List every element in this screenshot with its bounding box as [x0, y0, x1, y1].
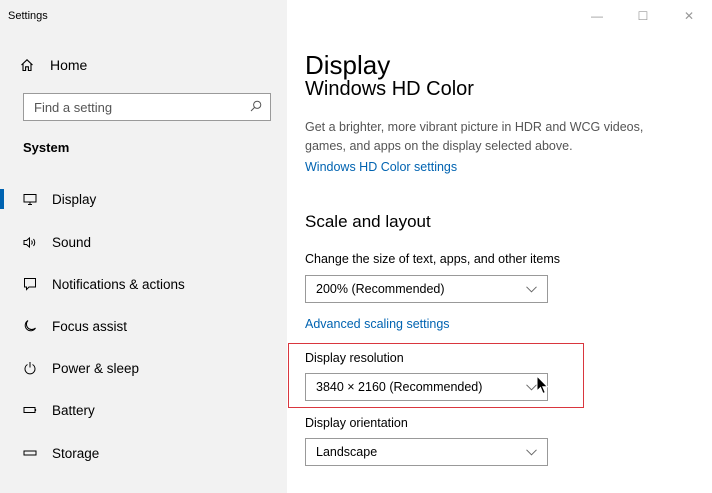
- scale-dropdown[interactable]: 200% (Recommended): [305, 275, 548, 303]
- storage-icon: [21, 448, 39, 458]
- hd-color-settings-link[interactable]: Windows HD Color settings: [305, 160, 457, 174]
- scale-layout-heading: Scale and layout: [305, 212, 431, 231]
- home-link[interactable]: Home: [20, 57, 87, 73]
- orientation-dropdown[interactable]: Landscape: [305, 438, 548, 466]
- sidebar-item-label: Focus assist: [52, 318, 128, 334]
- scale-value: 200% (Recommended): [316, 282, 445, 296]
- power-icon: [21, 361, 39, 375]
- chevron-down-icon: [526, 282, 537, 296]
- moon-icon: [21, 319, 39, 333]
- search-input[interactable]: Find a setting: [23, 93, 271, 121]
- monitor-icon: [21, 193, 39, 206]
- section-title: System: [23, 140, 70, 155]
- notification-icon: [21, 277, 39, 291]
- sidebar-item-label: Sound: [52, 234, 92, 250]
- scale-label: Change the size of text, apps, and other…: [305, 252, 561, 266]
- main-content: Windows HD Color Display Get a brighter,…: [287, 0, 712, 493]
- window-title: Settings: [8, 10, 48, 22]
- speaker-icon: [21, 236, 39, 249]
- sidebar-item-label: Power & sleep: [52, 360, 140, 376]
- mouse-cursor-icon: [536, 374, 550, 400]
- search-placeholder: Find a setting: [34, 99, 113, 115]
- battery-icon: [21, 405, 39, 415]
- search-icon: [250, 100, 262, 115]
- sidebar-item-label: Battery: [52, 402, 95, 418]
- sidebar-item-sound[interactable]: Sound: [0, 222, 287, 262]
- home-icon: [20, 58, 38, 72]
- sidebar-item-label: Storage: [52, 445, 100, 461]
- advanced-scaling-link[interactable]: Advanced scaling settings: [305, 317, 450, 331]
- sidebar-item-label: Notifications & actions: [52, 276, 185, 292]
- sidebar-item-power-sleep[interactable]: Power & sleep: [0, 348, 287, 388]
- sidebar-item-focus-assist[interactable]: Focus assist: [0, 306, 287, 346]
- orientation-value: Landscape: [316, 445, 378, 459]
- chevron-down-icon: [526, 445, 537, 459]
- home-label: Home: [50, 57, 88, 73]
- page-title: Display: [305, 50, 391, 80]
- sidebar-item-label: Display: [52, 191, 97, 207]
- sidebar-item-display[interactable]: Display: [0, 179, 287, 219]
- sidebar: Settings Home Find a setting System Disp…: [0, 0, 287, 493]
- sidebar-item-notifications[interactable]: Notifications & actions: [0, 264, 287, 304]
- hd-color-heading-text: Windows HD Color: [305, 78, 474, 98]
- sidebar-item-storage[interactable]: Storage: [0, 433, 287, 473]
- sidebar-item-battery[interactable]: Battery: [0, 390, 287, 430]
- orientation-label: Display orientation: [305, 416, 408, 430]
- hd-color-description: Get a brighter, more vibrant picture in …: [305, 120, 644, 153]
- settings-window: Settings Home Find a setting System Disp…: [0, 0, 712, 493]
